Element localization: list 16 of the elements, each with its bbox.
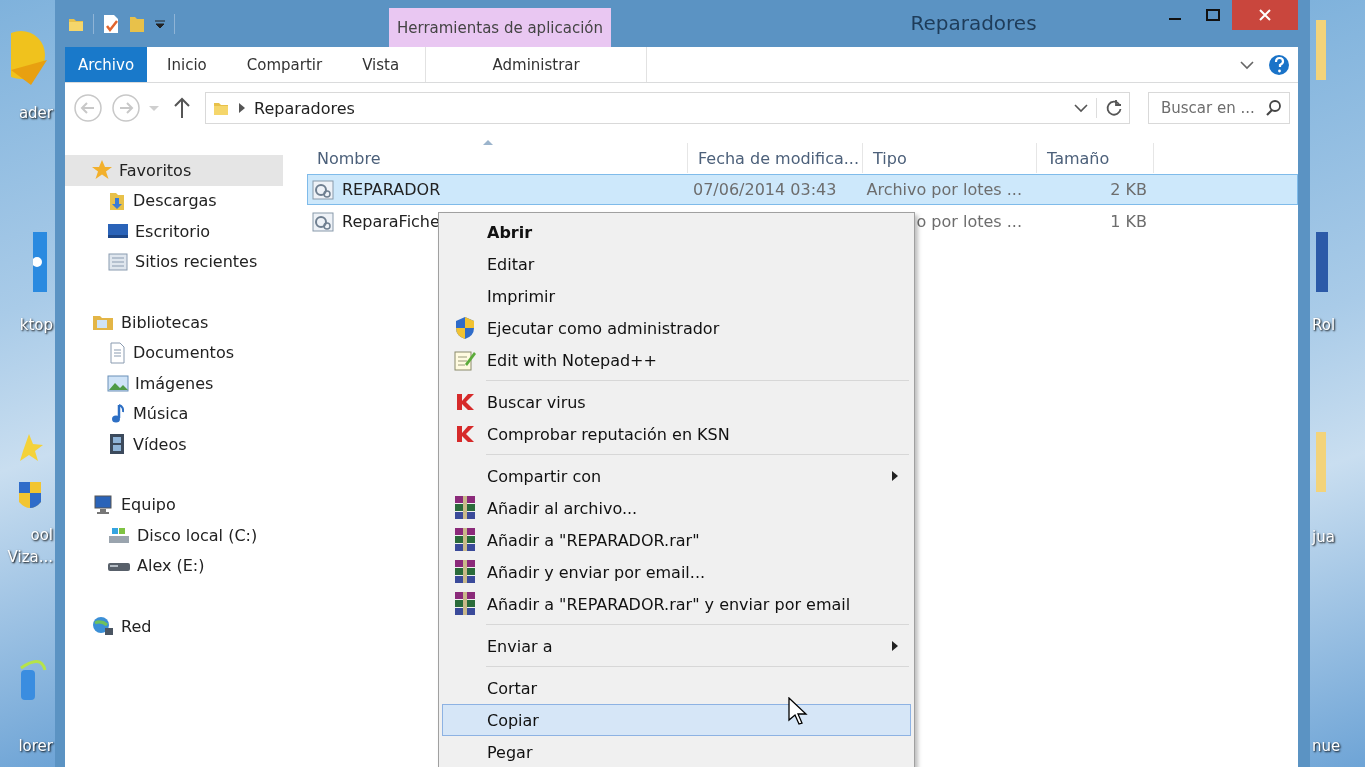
desktop-icon-label: ool Viza... <box>7 525 53 568</box>
window-title: Reparadores <box>909 10 1038 37</box>
file-name: ReparaFiche <box>342 212 440 231</box>
file-date: 07/06/2014 03:43 <box>693 180 837 199</box>
desktop-icon-label: ader <box>18 103 53 124</box>
file-size: 1 KB <box>1110 212 1147 231</box>
desktop-icon-label: jua <box>1312 527 1335 548</box>
desktop-icon-label: nue <box>1312 736 1341 757</box>
file-size: 2 KB <box>1110 180 1147 199</box>
file-name: REPARADOR <box>342 180 441 199</box>
file-type: o por lotes ... <box>916 212 1022 231</box>
desktop-icon-label: ktop <box>19 315 53 336</box>
file-type: Archivo por lotes ... <box>866 180 1022 199</box>
desktop-icon-label: Rol <box>1312 315 1336 336</box>
desktop-icon-label: lorer <box>18 736 53 757</box>
contextual-tab-header: Herramientas de aplicación <box>389 8 611 47</box>
